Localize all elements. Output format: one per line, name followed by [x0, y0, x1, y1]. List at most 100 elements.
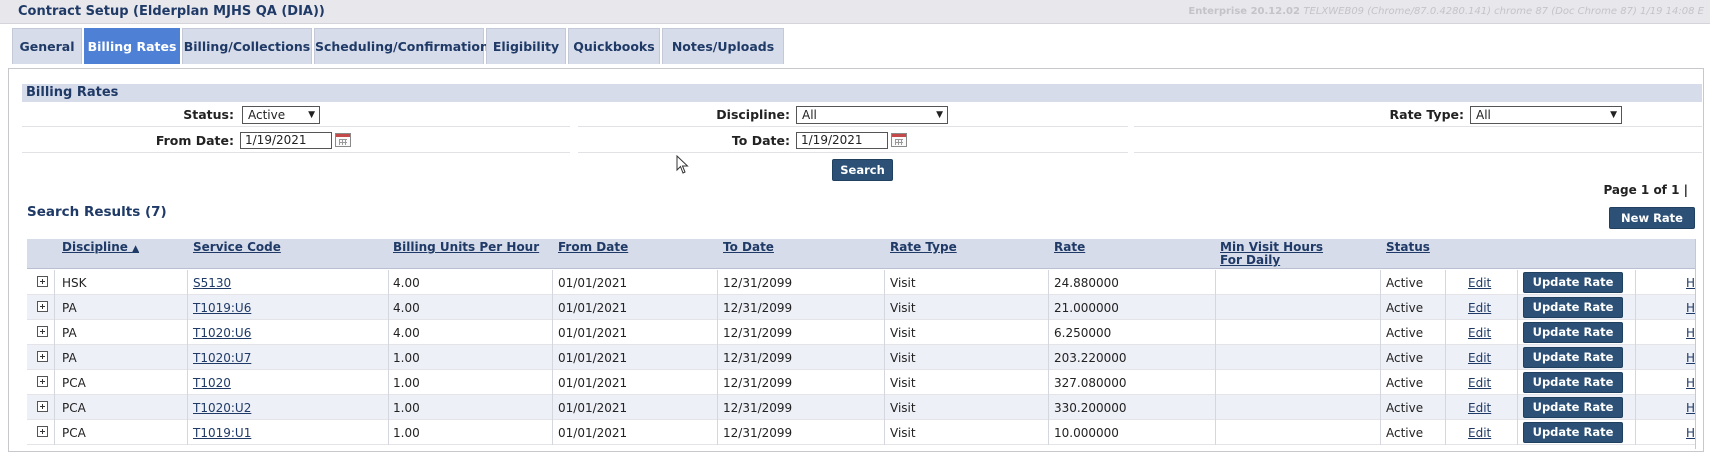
- cell-billing-units: 1.00: [393, 401, 420, 415]
- status-select[interactable]: Active ▼: [242, 106, 320, 124]
- update-rate-button[interactable]: Update Rate: [1523, 272, 1623, 293]
- to-date-label: To Date:: [731, 133, 790, 148]
- cell-rate-type: Visit: [890, 301, 916, 315]
- col-status[interactable]: Status: [1386, 241, 1430, 254]
- expand-plus-icon[interactable]: [37, 376, 48, 387]
- cell-to-date: 12/31/2099: [723, 376, 793, 390]
- version-detail: TELXWEB09 (Chrome/87.0.4280.141) chrome …: [1303, 6, 1704, 17]
- column-separator: [884, 370, 885, 395]
- col-min-visit-hours[interactable]: Min Visit Hours For Daily: [1220, 241, 1323, 267]
- expand-plus-icon[interactable]: [37, 401, 48, 412]
- edit-link[interactable]: Edit: [1468, 301, 1491, 315]
- col-min-visit-line1: Min Visit Hours: [1220, 240, 1324, 254]
- expand-plus-icon[interactable]: [37, 351, 48, 362]
- column-separator: [1380, 395, 1381, 420]
- update-rate-button[interactable]: Update Rate: [1523, 347, 1623, 368]
- service-code-link[interactable]: T1019:U6: [193, 301, 251, 315]
- column-separator: [1635, 395, 1636, 420]
- cell-rate-type: Visit: [890, 276, 916, 290]
- history-link[interactable]: H: [1686, 401, 1695, 415]
- column-separator: [1445, 420, 1446, 445]
- column-separator: [388, 320, 389, 345]
- history-link[interactable]: H: [1686, 326, 1695, 340]
- service-code-link[interactable]: T1020:U2: [193, 401, 251, 415]
- update-rate-button[interactable]: Update Rate: [1523, 322, 1623, 343]
- expand-plus-icon[interactable]: [37, 426, 48, 437]
- column-separator: [1380, 345, 1381, 370]
- history-link[interactable]: H: [1686, 301, 1695, 315]
- new-rate-button[interactable]: New Rate: [1609, 207, 1695, 229]
- update-rate-button[interactable]: Update Rate: [1523, 297, 1623, 318]
- service-code-link[interactable]: T1020: [193, 376, 231, 390]
- cell-billing-units: 1.00: [393, 351, 420, 365]
- col-discipline-label: Discipline: [62, 240, 128, 254]
- column-separator: [54, 295, 55, 320]
- update-rate-button[interactable]: Update Rate: [1523, 372, 1623, 393]
- column-separator: [54, 345, 55, 370]
- discipline-select[interactable]: All ▼: [796, 106, 948, 124]
- edit-link[interactable]: Edit: [1468, 426, 1491, 440]
- history-link[interactable]: H: [1686, 426, 1695, 440]
- cell-discipline: PA: [62, 301, 77, 315]
- update-rate-button[interactable]: Update Rate: [1523, 397, 1623, 418]
- column-separator: [717, 395, 718, 420]
- column-separator: [1380, 320, 1381, 345]
- cell-from-date: 01/01/2021: [558, 301, 628, 315]
- update-rate-button[interactable]: Update Rate: [1523, 422, 1623, 443]
- section-title: Billing Rates: [22, 84, 1702, 102]
- cell-from-date: 01/01/2021: [558, 276, 628, 290]
- cell-rate: 327.080000: [1054, 376, 1127, 390]
- column-separator: [1635, 370, 1636, 395]
- service-code-link[interactable]: T1019:U1: [193, 426, 251, 440]
- column-separator: [187, 320, 188, 345]
- calendar-icon[interactable]: [335, 133, 351, 147]
- expand-plus-icon[interactable]: [37, 301, 48, 312]
- column-separator: [1215, 370, 1216, 395]
- cell-status: Active: [1386, 401, 1424, 415]
- history-link[interactable]: H: [1686, 351, 1695, 365]
- calendar-icon[interactable]: [891, 133, 907, 147]
- edit-link[interactable]: Edit: [1468, 276, 1491, 290]
- col-discipline[interactable]: Discipline ▲: [62, 241, 139, 256]
- tab-notes-uploads[interactable]: Notes/Uploads: [662, 28, 784, 64]
- column-separator: [187, 420, 188, 445]
- col-rate-type[interactable]: Rate Type: [890, 241, 957, 254]
- tab-quickbooks[interactable]: Quickbooks: [568, 28, 660, 64]
- edit-link[interactable]: Edit: [1468, 401, 1491, 415]
- from-date-label: From Date:: [155, 133, 234, 148]
- tab-billing-rates[interactable]: Billing Rates: [84, 28, 180, 64]
- edit-link[interactable]: Edit: [1468, 351, 1491, 365]
- cell-rate-type: Visit: [890, 376, 916, 390]
- tab-eligibility[interactable]: Eligibility: [486, 28, 566, 64]
- tab-scheduling-confirmation[interactable]: Scheduling/Confirmation: [314, 28, 489, 64]
- history-link[interactable]: H: [1686, 376, 1695, 390]
- to-date-input[interactable]: 1/19/2021: [796, 132, 888, 149]
- service-code-link[interactable]: T1020:U7: [193, 351, 251, 365]
- expand-plus-icon[interactable]: [37, 326, 48, 337]
- service-code-link[interactable]: T1020:U6: [193, 326, 251, 340]
- column-separator: [1048, 320, 1049, 345]
- tab-general[interactable]: General: [12, 28, 82, 64]
- col-to-date[interactable]: To Date: [723, 241, 774, 254]
- table-row: PCA T1019:U1 1.00 01/01/2021 12/31/2099 Visit…: [27, 420, 1695, 445]
- col-service-code[interactable]: Service Code: [193, 241, 281, 254]
- rate-type-select[interactable]: All ▼: [1470, 106, 1622, 124]
- edit-link[interactable]: Edit: [1468, 326, 1491, 340]
- tab-billing-collections[interactable]: Billing/Collections: [182, 28, 312, 64]
- expand-plus-icon[interactable]: [37, 276, 48, 287]
- pager: Page 1 of 1 |: [1603, 183, 1688, 197]
- col-billing-units[interactable]: Billing Units Per Hour: [393, 241, 539, 254]
- search-button[interactable]: Search: [832, 159, 893, 181]
- table-header: Discipline ▲ Service Code Billing Units …: [27, 239, 1695, 269]
- column-separator: [717, 370, 718, 395]
- from-date-input[interactable]: 1/19/2021: [240, 132, 332, 149]
- column-separator: [388, 270, 389, 295]
- divider: [578, 152, 1128, 153]
- col-rate[interactable]: Rate: [1054, 241, 1085, 254]
- edit-link[interactable]: Edit: [1468, 376, 1491, 390]
- service-code-link[interactable]: S5130: [193, 276, 231, 290]
- col-from-date[interactable]: From Date: [558, 241, 628, 254]
- cell-rate: 6.250000: [1054, 326, 1112, 340]
- history-link[interactable]: H: [1686, 276, 1695, 290]
- column-separator: [187, 270, 188, 295]
